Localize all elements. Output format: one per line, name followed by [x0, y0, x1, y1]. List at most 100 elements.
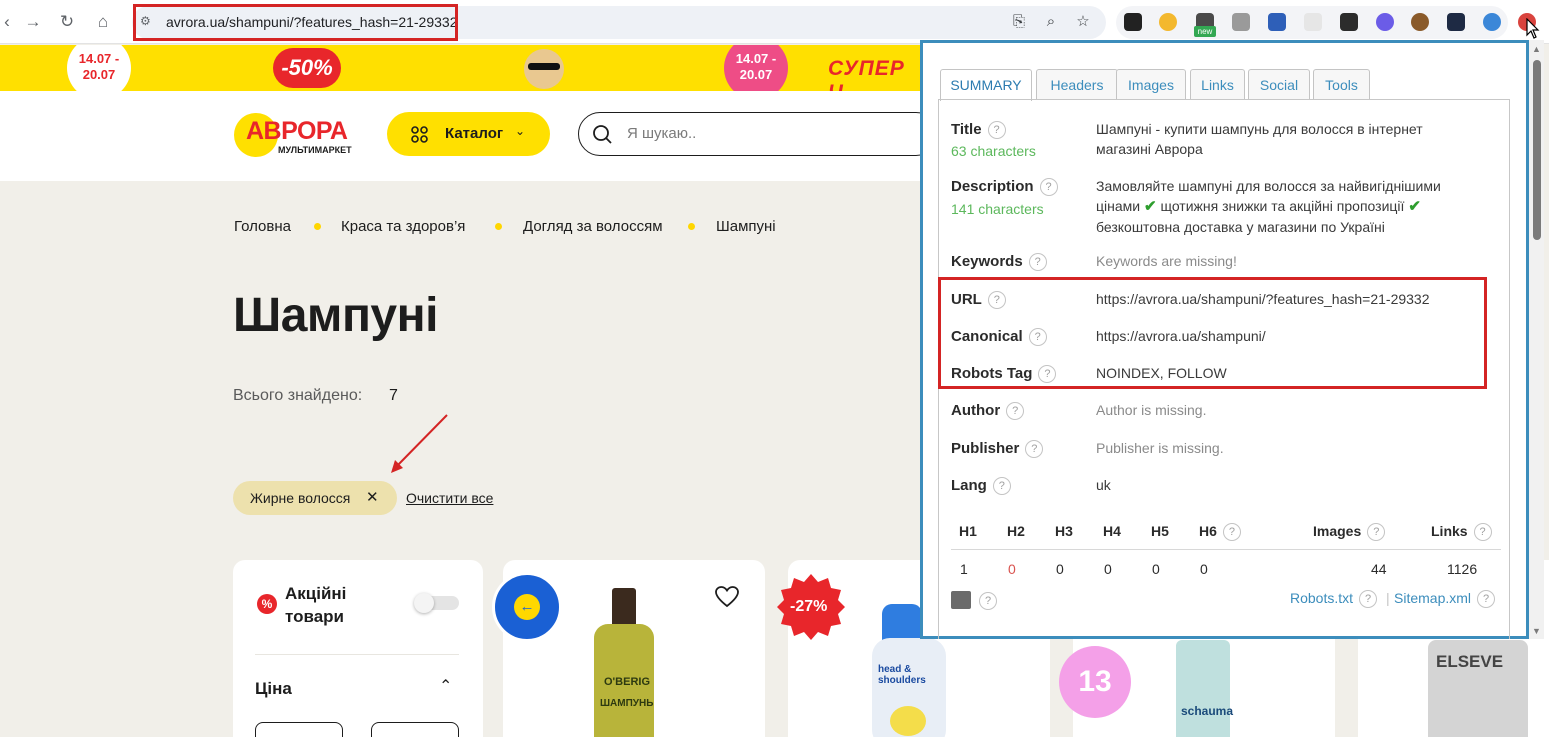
- bottle-label: ELSEVE: [1436, 652, 1504, 671]
- sitemap-link[interactable]: Sitemap.xml?: [1394, 590, 1496, 609]
- ext-search-icon[interactable]: [1483, 13, 1501, 31]
- back-icon[interactable]: ‹: [0, 11, 18, 33]
- description-part-2: щотижня знижки та акційні пропозиції: [1160, 198, 1405, 214]
- h6-header-text: H6: [1199, 523, 1217, 539]
- logo-name: АВРОРА: [246, 117, 348, 145]
- title-label: Title?: [951, 121, 1006, 140]
- close-icon[interactable]: ✕: [366, 488, 379, 506]
- h6-header: H6?: [1199, 523, 1241, 542]
- home-icon[interactable]: ⌂: [92, 11, 114, 33]
- install-app-icon[interactable]: ⎘: [1010, 13, 1028, 31]
- robots-txt-link[interactable]: Robots.txt?: [1290, 590, 1378, 609]
- percent-icon: %: [257, 594, 277, 614]
- author-label-text: Author: [951, 402, 1001, 419]
- price-min-input[interactable]: [255, 722, 343, 737]
- breadcrumb-separator: [688, 223, 695, 230]
- zoom-icon[interactable]: ⌕: [1042, 13, 1060, 31]
- lang-value: uk: [1096, 477, 1111, 493]
- h3-header: H3: [1055, 523, 1073, 539]
- links-header-text: Links: [1431, 523, 1468, 539]
- help-icon[interactable]: ?: [1028, 253, 1047, 272]
- help-icon[interactable]: ?: [1477, 590, 1496, 609]
- scroll-thumb[interactable]: [1533, 60, 1541, 240]
- help-icon[interactable]: ?: [1039, 178, 1058, 197]
- clear-all-link[interactable]: Очистити все: [406, 490, 493, 506]
- active-filter-chip[interactable]: Жирне волосся ✕: [233, 481, 397, 515]
- price-filter-title: Ціна: [255, 679, 292, 698]
- divider: [255, 654, 459, 655]
- bottle-label: schauma: [1181, 704, 1234, 718]
- tab-images[interactable]: Images: [1116, 69, 1186, 100]
- reload-icon[interactable]: ↻: [56, 11, 78, 33]
- ext-hex-icon[interactable]: [1447, 13, 1465, 31]
- scroll-down-icon[interactable]: ▼: [1531, 626, 1542, 636]
- promo-banner[interactable]: 14.07 - 20.07 -50% 14.07 - 20.07 СУПЕР Ч: [0, 45, 920, 91]
- promo-cat-image: [524, 49, 564, 89]
- lang-label: Lang?: [951, 477, 1011, 496]
- tab-tools[interactable]: Tools: [1313, 69, 1370, 100]
- lang-label-text: Lang: [951, 477, 987, 494]
- product-image: [1176, 640, 1230, 737]
- tab-links[interactable]: Links: [1190, 69, 1245, 100]
- h1-header: H1: [959, 523, 977, 539]
- h2-count: 0: [1008, 561, 1016, 577]
- promo-super-text: СУПЕР Ч: [828, 57, 905, 91]
- scroll-up-icon[interactable]: ▲: [1531, 44, 1542, 54]
- h5-count: 0: [1152, 561, 1160, 577]
- ext-formula-icon[interactable]: [1124, 13, 1142, 31]
- breadcrumb-beauty[interactable]: Краса та здоров’я: [341, 218, 465, 235]
- ext-scissors-icon[interactable]: [1304, 13, 1322, 31]
- catalog-button[interactable]: Каталог ⌄: [387, 112, 550, 156]
- help-icon[interactable]: ?: [1222, 523, 1241, 542]
- promo-toggle[interactable]: [414, 593, 459, 613]
- price-max-input[interactable]: [371, 722, 459, 737]
- title-label-text: Title: [951, 121, 982, 138]
- discount-label: -27%: [790, 598, 828, 615]
- cookie-icon[interactable]: [1411, 13, 1429, 31]
- breadcrumb-hair-care[interactable]: Догляд за волоссям: [523, 218, 663, 235]
- ext-checkbox-icon[interactable]: [1268, 13, 1286, 31]
- url-highlight-box: [133, 4, 458, 41]
- tab-headers[interactable]: Headers: [1036, 69, 1118, 100]
- site-logo[interactable]: АВРОРА МУЛЬТИМАРКЕТ: [234, 113, 360, 157]
- help-icon[interactable]: ?: [1367, 523, 1386, 542]
- browser-toolbar: ‹ → ↻ ⌂ ⚙ avrora.ua/shampuni/?features_h…: [0, 0, 1549, 44]
- breadcrumb-separator: [495, 223, 502, 230]
- sitemap-text[interactable]: Sitemap.xml: [1394, 590, 1471, 606]
- filter-panel: % Акційні товари Ціна ⌃: [233, 560, 483, 737]
- description-count: 141 characters: [951, 201, 1044, 217]
- description-part-3: безкоштовна доставка у магазини по Украї…: [1096, 219, 1385, 235]
- images-header: Images?: [1313, 523, 1386, 542]
- breadcrumb-home[interactable]: Головна: [234, 218, 291, 235]
- h4-header: H4: [1103, 523, 1121, 539]
- ext-colorpicker-icon[interactable]: [1159, 13, 1177, 31]
- toggle-knob: [414, 593, 434, 613]
- h2-header: H2: [1007, 523, 1025, 539]
- found-label: Всього знайдено:: [233, 387, 363, 404]
- forward-icon[interactable]: →: [22, 11, 44, 33]
- help-icon[interactable]: ?: [1025, 440, 1044, 459]
- help-icon[interactable]: ?: [1359, 590, 1378, 609]
- breadcrumb-separator: [314, 223, 321, 230]
- tab-summary[interactable]: SUMMARY: [940, 69, 1032, 101]
- search-input[interactable]: Я шукаю..: [578, 112, 938, 156]
- camera-icon[interactable]: [1232, 13, 1250, 31]
- bookmark-star-icon[interactable]: ☆: [1074, 13, 1092, 31]
- help-icon[interactable]: ?: [979, 592, 997, 610]
- tab-social[interactable]: Social: [1248, 69, 1310, 100]
- author-label: Author?: [951, 402, 1025, 421]
- help-icon[interactable]: ?: [992, 477, 1011, 496]
- promo-filter-label: Акційні товари: [285, 584, 347, 626]
- help-icon[interactable]: ?: [1473, 523, 1492, 542]
- chart-icon[interactable]: [951, 591, 971, 609]
- chevron-up-icon[interactable]: ⌃: [439, 676, 452, 696]
- help-icon[interactable]: ?: [1006, 402, 1025, 421]
- ext-lt-icon[interactable]: [1340, 13, 1358, 31]
- ext-gear-icon[interactable]: [1376, 13, 1394, 31]
- breadcrumb-current: Шампуні: [716, 218, 776, 235]
- heart-icon[interactable]: [714, 585, 740, 609]
- robots-txt-text[interactable]: Robots.txt: [1290, 590, 1353, 606]
- seo-extension-popup: SUMMARY Headers Images Links Social Tool…: [920, 40, 1529, 639]
- help-icon[interactable]: ?: [987, 121, 1006, 140]
- search-icon: [593, 125, 612, 144]
